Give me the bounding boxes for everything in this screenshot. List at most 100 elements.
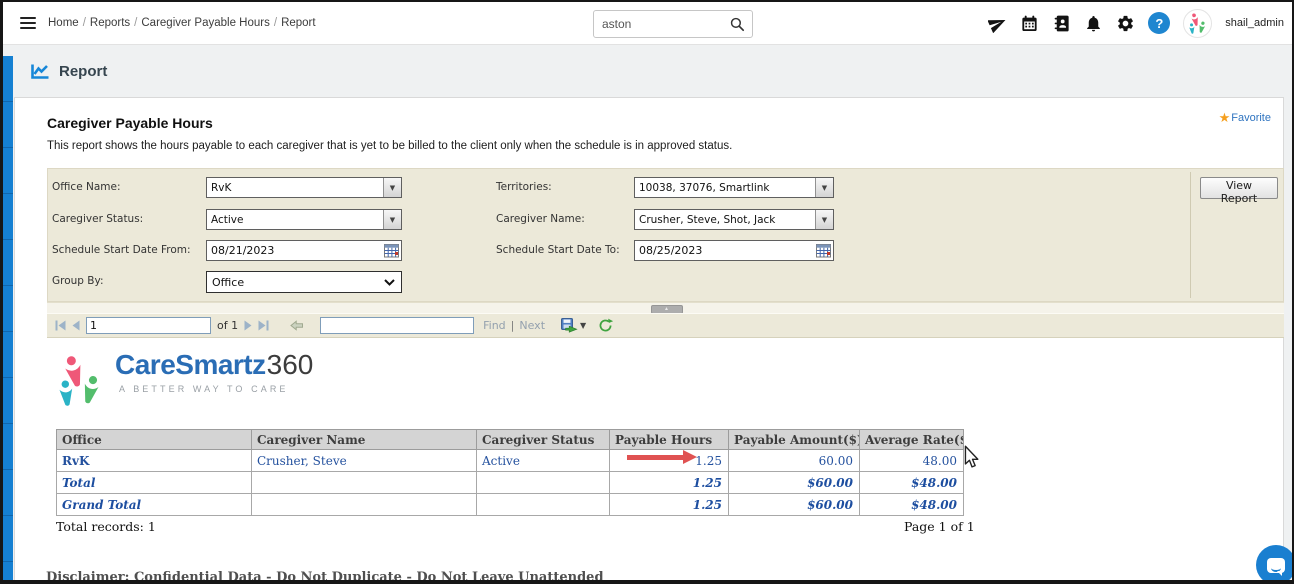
username-label[interactable]: shail_admin	[1225, 17, 1284, 29]
calendar-icon[interactable]	[1020, 14, 1039, 33]
first-page-button[interactable]	[53, 318, 68, 333]
chevron-down-icon[interactable]: ▼	[383, 210, 401, 229]
payable-hours-table: Office Caregiver Name Caregiver Status P…	[56, 429, 964, 516]
chat-launcher-button[interactable]	[1256, 545, 1294, 584]
breadcrumb-home[interactable]: Home	[48, 17, 79, 29]
caregiver-name-value: Crusher, Steve, Shot, Jack	[635, 214, 815, 226]
caregiver-status-combobox[interactable]: Active ▼	[206, 209, 402, 230]
breadcrumb-reports[interactable]: Reports	[90, 17, 130, 29]
page-count-label: of 1	[217, 319, 238, 332]
header-cell-caregiver-name: Caregiver Name	[252, 430, 477, 450]
view-report-button[interactable]: View Report	[1200, 177, 1278, 199]
collapsed-sidebar[interactable]	[3, 56, 13, 580]
find-input[interactable]	[320, 317, 474, 334]
chevron-down-icon[interactable]: ▼	[815, 210, 833, 229]
chevron-down-icon[interactable]: ▼	[815, 178, 833, 197]
last-page-button[interactable]	[256, 318, 271, 333]
cell-grand-total-rate: $48.00	[860, 494, 964, 516]
cell-total-rate: $48.00	[860, 472, 964, 494]
parent-report-button[interactable]	[289, 318, 304, 333]
gear-icon[interactable]	[1116, 14, 1135, 33]
global-search	[593, 10, 753, 38]
breadcrumb: Home/Reports/Caregiver Payable Hours/Rep…	[48, 17, 316, 29]
report-description: This report shows the hours payable to e…	[47, 140, 732, 152]
report-parameters-panel: Office Name: RvK ▼ Territories: 10038, 3…	[47, 168, 1284, 302]
breadcrumb-caregiver-payable-hours[interactable]: Caregiver Payable Hours	[141, 17, 269, 29]
cell-caregiver-name[interactable]: Crusher, Steve	[252, 450, 477, 472]
group-by-value: Office	[207, 276, 384, 289]
group-by-select[interactable]: Office	[206, 271, 402, 293]
find-next-separator: |	[511, 319, 515, 332]
cell-payable-amount: 60.00	[729, 450, 860, 472]
next-link[interactable]: Next	[519, 319, 545, 332]
grand-total-row: Grand Total 1.25 $60.00 $48.00	[57, 494, 964, 516]
page-number-input[interactable]	[86, 317, 211, 334]
export-caret-icon[interactable]: ▼	[580, 321, 586, 330]
mouse-cursor	[963, 445, 980, 474]
favorite-link[interactable]: ★ Favorite	[1219, 110, 1271, 126]
caregiver-name-label: Caregiver Name:	[496, 209, 585, 230]
table-header-row: Office Caregiver Name Caregiver Status P…	[57, 430, 964, 450]
caregiver-name-combobox[interactable]: Crusher, Steve, Shot, Jack ▼	[634, 209, 834, 230]
header-cell-caregiver-status: Caregiver Status	[477, 430, 610, 450]
panel-divider	[1190, 172, 1191, 298]
schedule-start-date-to-field	[634, 240, 834, 261]
cell-grand-total-label: Grand Total	[57, 494, 252, 516]
office-name-combobox[interactable]: RvK ▼	[206, 177, 402, 198]
export-icon[interactable]	[561, 318, 578, 333]
cell-office[interactable]: RvK	[57, 450, 252, 472]
page-title: Report	[59, 63, 107, 80]
header-cell-payable-hours: Payable Hours	[610, 430, 729, 450]
breadcrumb-separator: /	[134, 17, 137, 29]
schedule-start-date-from-input[interactable]	[207, 244, 384, 257]
report-viewer-toolbar: of 1 Find | Next ▼	[47, 313, 1284, 338]
frame-border	[0, 0, 1294, 2]
report-card: Caregiver Payable Hours This report show…	[14, 97, 1284, 584]
brand-tagline: A BETTER WAY TO CARE	[119, 384, 313, 394]
schedule-start-date-to-input[interactable]	[635, 244, 816, 257]
chevron-down-icon[interactable]: ▼	[383, 178, 401, 197]
frame-border	[0, 580, 1294, 584]
schedule-start-date-from-label: Schedule Start Date From:	[52, 240, 191, 261]
red-arrow-annotation	[627, 450, 697, 464]
breadcrumb-separator: /	[274, 17, 277, 29]
office-name-value: RvK	[207, 182, 383, 194]
header-cell-payable-amount: Payable Amount($)	[729, 430, 860, 450]
cell-caregiver-status: Active	[477, 450, 610, 472]
help-icon[interactable]: ?	[1148, 12, 1170, 34]
territories-combobox[interactable]: 10038, 37076, Smartlink ▼	[634, 177, 834, 198]
cell-total-label: Total	[57, 472, 252, 494]
search-icon[interactable]	[729, 16, 745, 32]
table-row: RvK Crusher, Steve Active 1.25 60.00 48.…	[57, 450, 964, 472]
favorite-label: Favorite	[1231, 112, 1271, 124]
page-header: Report	[3, 45, 1292, 97]
chat-bubble-icon	[1267, 558, 1285, 573]
total-row: Total 1.25 $60.00 $48.00	[57, 472, 964, 494]
report-title: Caregiver Payable Hours	[47, 115, 213, 131]
chevron-down-icon	[384, 279, 395, 286]
group-by-label: Group By:	[52, 271, 104, 292]
next-page-button[interactable]	[241, 318, 256, 333]
datepicker-calendar-icon[interactable]	[816, 243, 831, 258]
send-icon[interactable]	[988, 14, 1007, 33]
find-link[interactable]: Find	[483, 319, 506, 332]
favorite-star-icon[interactable]: ★	[1219, 110, 1231, 126]
report-chart-icon	[30, 63, 50, 80]
schedule-start-date-to-label: Schedule Start Date To:	[496, 240, 620, 261]
previous-page-button[interactable]	[68, 318, 83, 333]
total-records-label: Total records: 1	[56, 519, 156, 534]
caresmartz-people-icon	[55, 351, 107, 408]
datepicker-calendar-icon[interactable]	[384, 243, 399, 258]
brand-name: CareSmartz	[115, 351, 266, 379]
contacts-icon[interactable]	[1052, 14, 1071, 33]
brand-avatar[interactable]	[1183, 9, 1212, 38]
schedule-start-date-from-field	[206, 240, 402, 261]
hamburger-menu-icon[interactable]	[20, 14, 36, 32]
cell-grand-total-amount: $60.00	[729, 494, 860, 516]
cell-empty	[477, 472, 610, 494]
search-input[interactable]	[594, 17, 729, 31]
bell-icon[interactable]	[1084, 14, 1103, 33]
refresh-icon[interactable]	[598, 318, 613, 333]
top-bar: Home/Reports/Caregiver Payable Hours/Rep…	[3, 2, 1292, 45]
app-window: Home/Reports/Caregiver Payable Hours/Rep…	[0, 0, 1294, 584]
